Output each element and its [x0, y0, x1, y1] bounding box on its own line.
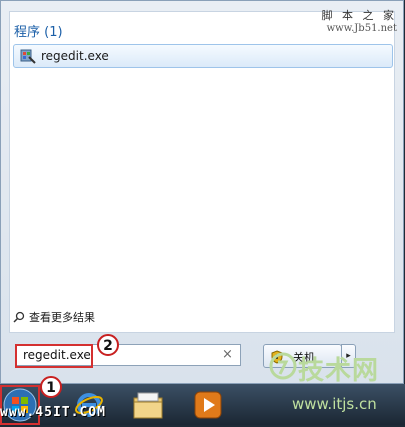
result-item-label: regedit.exe — [41, 49, 109, 63]
search-icon — [13, 311, 25, 326]
logo-mark-icon — [269, 352, 297, 380]
result-item-regedit[interactable]: regedit.exe — [13, 44, 393, 68]
callout-1: 1 — [40, 376, 62, 398]
see-more-label: 查看更多结果 — [29, 311, 95, 324]
regedit-icon — [20, 48, 36, 64]
watermark-top-right: 脚 本 之 家 www.Jb51.net — [322, 7, 398, 34]
explorer-folder-icon[interactable] — [132, 390, 164, 424]
watermark-logo-url: www.itjs.cn — [292, 395, 377, 413]
start-menu: 程序 (1) 脚 本 之 家 www.Jb51.net regedit.exe … — [0, 0, 404, 384]
search-highlight-annotation — [15, 344, 93, 368]
results-section-header: 程序 (1) — [14, 25, 63, 40]
clear-icon[interactable]: × — [222, 347, 233, 362]
media-player-icon[interactable] — [193, 390, 223, 424]
callout-2: 2 — [97, 334, 119, 356]
watermark-top-line2: www.Jb51.net — [326, 23, 397, 34]
watermark-bottom-left: www.45IT.COM — [0, 405, 106, 420]
watermark-top-line1: 脚 本 之 家 — [321, 9, 397, 22]
watermark-logo-text: 技术网 — [298, 356, 380, 386]
see-more-results-link[interactable]: 查看更多结果 — [13, 309, 95, 326]
